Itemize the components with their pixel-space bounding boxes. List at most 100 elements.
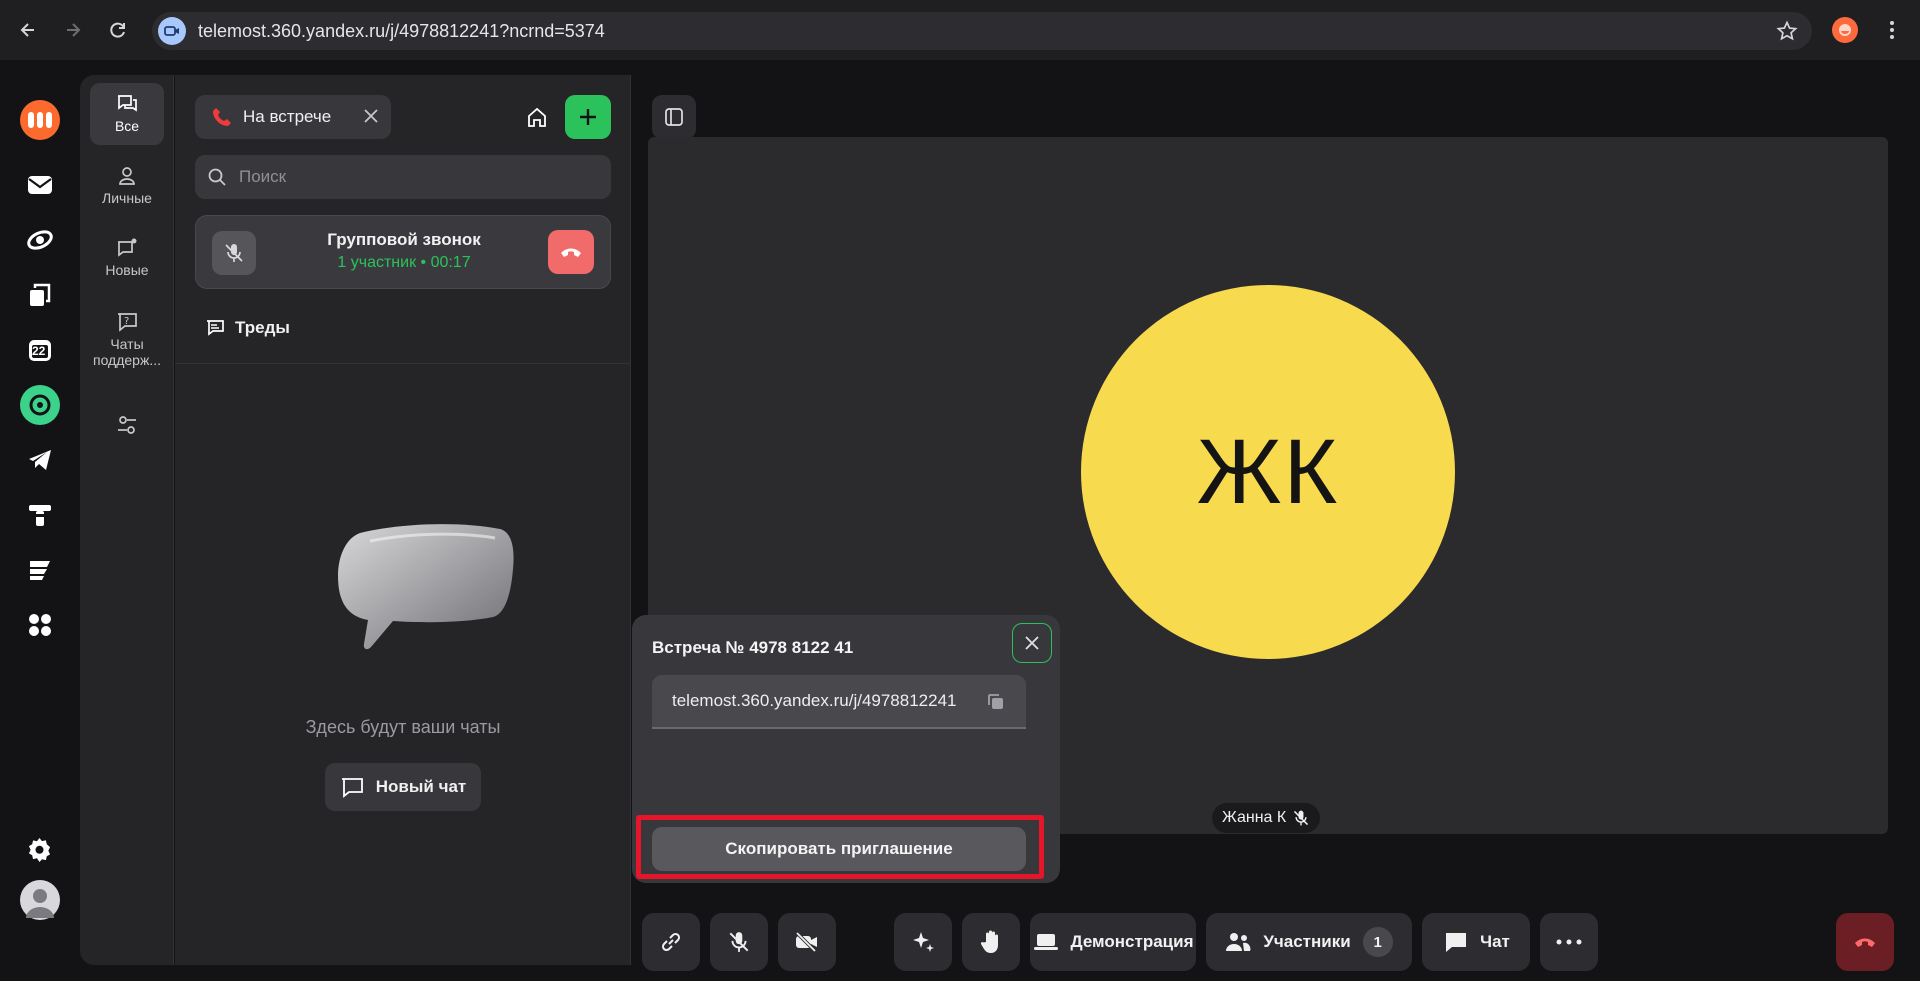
call-hangup-button[interactable] <box>548 230 594 274</box>
forward-button[interactable] <box>55 12 91 48</box>
search-box[interactable] <box>195 155 611 199</box>
mail-icon[interactable] <box>20 165 60 205</box>
invite-close-button[interactable] <box>1012 623 1052 663</box>
in-meeting-chip[interactable]: На встрече <box>195 95 391 139</box>
sliders-icon <box>118 416 136 434</box>
search-icon <box>207 167 227 187</box>
svg-text:?: ? <box>124 316 129 327</box>
chats-icon <box>118 95 137 112</box>
disk-icon[interactable] <box>20 220 60 260</box>
person-icon <box>119 167 135 185</box>
reload-button[interactable] <box>100 12 136 48</box>
raise-hand-button[interactable] <box>962 913 1020 971</box>
participants-label: Участники <box>1263 932 1351 951</box>
copy-link-button[interactable] <box>642 913 700 971</box>
camera-button[interactable] <box>778 913 836 971</box>
filter-personal[interactable]: Личные <box>90 155 164 217</box>
calendar-icon[interactable]: 22 <box>20 330 60 370</box>
hangup-icon <box>1855 938 1875 947</box>
participant-name: Жанна К <box>1222 809 1287 826</box>
filter-personal-label: Личные <box>102 190 152 206</box>
copy-invite-button[interactable]: Скопировать приглашение <box>652 827 1026 871</box>
participants-button[interactable]: Участники 1 <box>1206 913 1412 971</box>
link-icon <box>661 932 681 952</box>
bookmark-star-icon[interactable] <box>1776 20 1798 42</box>
phone-icon <box>213 108 231 126</box>
chat-button[interactable]: Чат <box>1422 913 1530 971</box>
close-icon[interactable] <box>361 106 381 126</box>
browser-profile-avatar[interactable] <box>1832 17 1858 43</box>
yandex360-logo[interactable] <box>20 100 60 140</box>
participant-avatar: ЖК <box>1081 285 1455 659</box>
messenger-icon[interactable] <box>20 385 60 425</box>
user-avatar[interactable] <box>20 880 60 920</box>
divider <box>175 363 631 364</box>
filter-all-label: Все <box>114 118 140 134</box>
participant-name-tag: Жанна К <box>1212 803 1321 833</box>
arrow-right-icon <box>67 23 81 37</box>
empty-state-text: Здесь будут ваши чаты <box>305 717 501 737</box>
messenger-app: 22 Все Личные Новые ? Чаты поддерж... На… <box>0 60 1920 981</box>
plus-icon <box>580 109 596 125</box>
in-meeting-label: На встрече <box>243 107 332 126</box>
new-chat-button[interactable]: Новый чат <box>325 763 481 811</box>
mic-off-icon <box>729 932 749 952</box>
sparkle-icon <box>913 932 934 952</box>
address-bar[interactable]: telemost.360.yandex.ru/j/4978812241?ncrn… <box>152 12 1812 50</box>
filter-support-label: Чаты поддерж... <box>92 336 161 368</box>
telegram-send-icon[interactable] <box>20 440 60 480</box>
more-button[interactable] <box>1540 913 1598 971</box>
create-button[interactable] <box>565 95 611 139</box>
participants-count-badge: 1 <box>1362 927 1393 957</box>
url-text[interactable]: telemost.360.yandex.ru/j/4978812241?ncrn… <box>198 21 605 42</box>
camera-off-icon <box>795 931 817 953</box>
reload-icon <box>110 22 125 38</box>
wiki-icon[interactable] <box>20 550 60 590</box>
filter-new[interactable]: Новые <box>90 227 164 289</box>
screen-share-label: Демонстрация <box>1070 932 1194 951</box>
more-dots-icon <box>1556 939 1582 945</box>
tracker-icon[interactable] <box>20 495 60 535</box>
chat-list-panel: На встрече Групповой звонок 1 участник •… <box>175 75 631 965</box>
back-button[interactable] <box>10 12 46 48</box>
microphone-button[interactable] <box>710 913 768 971</box>
support-question-icon: ? <box>118 313 137 332</box>
mic-off-icon <box>1294 810 1309 826</box>
invite-popup: Встреча № 4978 8122 41 telemost.360.yand… <box>632 615 1060 883</box>
chat-bubble-icon <box>1444 933 1467 952</box>
kebab-icon <box>1890 21 1894 39</box>
calendar-day: 22 <box>32 344 46 358</box>
copy-icon[interactable] <box>986 692 1006 712</box>
documents-icon[interactable] <box>20 275 60 315</box>
site-camera-icon[interactable] <box>158 17 186 45</box>
invite-link-field[interactable]: telemost.360.yandex.ru/j/4978812241 <box>652 675 1026 729</box>
toggle-sidebar-button[interactable] <box>652 95 696 139</box>
leave-call-button[interactable] <box>1836 913 1894 971</box>
filter-support[interactable]: ? Чаты поддерж... <box>90 303 164 377</box>
empty-chat-bubble-illustration <box>330 515 515 665</box>
new-chat-bubble-icon <box>118 238 137 257</box>
threads-link[interactable]: Треды <box>205 313 290 343</box>
close-icon <box>1025 636 1039 650</box>
chat-bubble-icon <box>341 778 363 798</box>
active-call-card[interactable]: Групповой звонок 1 участник • 00:17 <box>195 215 611 289</box>
all-services-icon[interactable] <box>20 605 60 645</box>
laptop-icon <box>1033 934 1058 950</box>
home-button[interactable] <box>517 97 557 137</box>
browser-menu-button[interactable] <box>1880 14 1904 46</box>
invite-link-text[interactable]: telemost.360.yandex.ru/j/4978812241 <box>672 691 956 711</box>
filter-settings[interactable] <box>90 403 164 447</box>
filter-all[interactable]: Все <box>90 83 164 145</box>
home-icon <box>528 107 546 127</box>
filter-new-label: Новые <box>105 262 149 278</box>
hand-icon <box>980 930 998 953</box>
new-chat-label: Новый чат <box>375 777 467 796</box>
threads-icon <box>207 320 224 336</box>
effects-button[interactable] <box>894 913 952 971</box>
arrow-left-icon <box>20 23 34 37</box>
search-input[interactable] <box>239 155 599 199</box>
hangup-icon <box>561 248 581 257</box>
settings-gear-icon[interactable] <box>20 830 60 870</box>
screen-share-button[interactable]: Демонстрация <box>1030 913 1196 971</box>
browser-toolbar: telemost.360.yandex.ru/j/4978812241?ncrn… <box>0 0 1920 60</box>
